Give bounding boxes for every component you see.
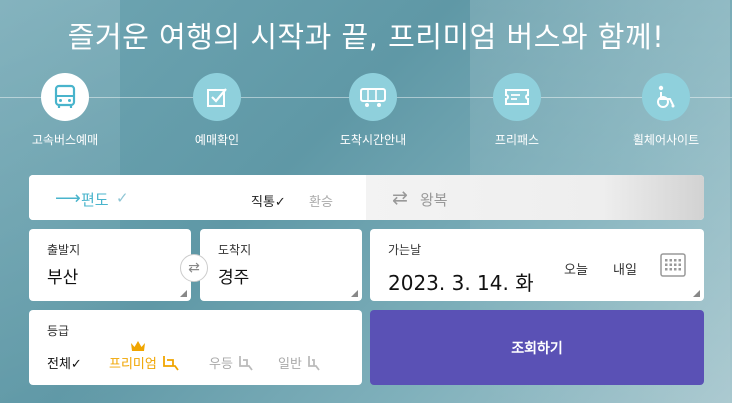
menu-label: 고속버스예매 [31, 133, 99, 147]
roundtrip-tab[interactable]: ⇄ 왕복 [366, 175, 704, 220]
menu-label: 예매확인 [194, 133, 240, 147]
departure-value: 부산 [47, 268, 79, 288]
bus-icon [41, 73, 89, 121]
grade-first-label: 우등 [209, 357, 233, 372]
departure-label: 출발지 [47, 243, 81, 257]
oneway-tab[interactable]: ⟶ 편도 ✓ 직통✓ 환승 [29, 175, 366, 220]
today-button[interactable]: 오늘 [564, 259, 588, 278]
tomorrow-button[interactable]: 내일 [613, 259, 637, 278]
route-icon [349, 73, 397, 121]
menu-item-wheelchair-site[interactable]: 휠체어사이트 [606, 73, 726, 148]
trip-type-row: ⟶ 편도 ✓ 직통✓ 환승 ⇄ 왕복 [29, 175, 704, 220]
date-label: 가는날 [388, 243, 422, 257]
menu-item-booking-check[interactable]: 예매확인 [157, 73, 277, 148]
corner-indicator-icon [180, 290, 187, 297]
page-headline: 즐거운 여행의 시작과 끝, 프리미엄 버스와 함께! [67, 20, 665, 54]
swap-location-button[interactable]: ⇄ [180, 254, 208, 282]
oneway-check-icon: ✓ [116, 189, 129, 207]
oneway-label: 편도 [81, 191, 109, 209]
roundtrip-label: 왕복 [420, 191, 448, 209]
grade-all-option[interactable]: 전체✓ [47, 353, 82, 372]
arrival-label: 도착지 [218, 243, 252, 257]
first-seat-icon [237, 356, 255, 372]
swap-arrows-icon: ⇄ [188, 260, 200, 276]
arrival-value: 경주 [218, 268, 250, 288]
date-value: 2023. 3. 14. 화 [388, 271, 534, 295]
transfer-option[interactable]: 환승 [309, 191, 333, 210]
grade-general-option[interactable]: 일반 [278, 353, 322, 372]
wheelchair-icon [642, 73, 690, 121]
grade-premium-option[interactable]: 프리미엄 [109, 353, 181, 372]
corner-indicator-icon [693, 290, 700, 297]
menu-label: 휠체어사이트 [632, 133, 700, 147]
grade-label: 등급 [47, 324, 70, 338]
calendar-icon[interactable] [660, 253, 686, 281]
swap-arrows-icon: ⇄ [392, 187, 408, 209]
menu-item-arrival-time[interactable]: 도착시간안내 [313, 73, 433, 148]
grade-field: 등급 전체✓ 프리미엄 우등 일반 [29, 310, 362, 385]
menu-label: 프리패스 [494, 133, 540, 147]
departure-field[interactable]: 출발지 부산 [29, 229, 191, 301]
grade-first-option[interactable]: 우등 [209, 353, 255, 372]
general-seat-icon [306, 356, 322, 372]
menu-item-free-pass[interactable]: 프리패스 [457, 73, 577, 148]
corner-indicator-icon [351, 290, 358, 297]
checkbox-icon [193, 73, 241, 121]
search-button[interactable]: 조회하기 [370, 310, 704, 385]
grade-premium-label: 프리미엄 [109, 357, 157, 372]
menu-label: 도착시간안내 [339, 133, 407, 147]
grade-general-label: 일반 [278, 357, 302, 372]
arrival-field[interactable]: 도착지 경주 [200, 229, 362, 301]
ticket-icon [493, 73, 541, 121]
arrow-right-icon: ⟶ [55, 188, 81, 209]
premium-seat-icon [161, 356, 181, 372]
date-field[interactable]: 가는날 2023. 3. 14. 화 오늘 내일 [370, 229, 704, 301]
direct-option[interactable]: 직통✓ [251, 191, 286, 210]
menu-item-express-booking[interactable]: 고속버스예매 [5, 73, 125, 148]
